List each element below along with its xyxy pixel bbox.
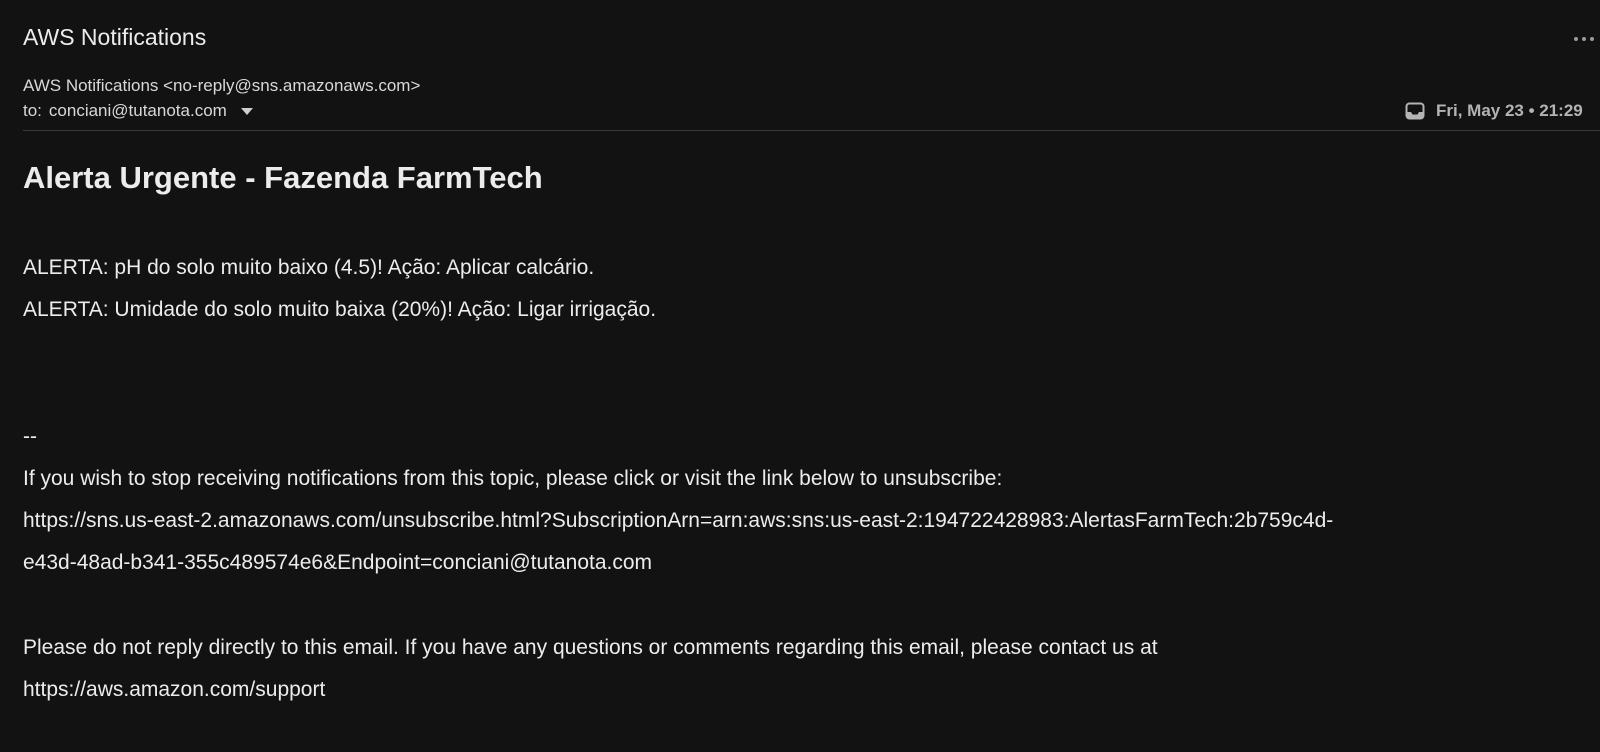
- dot: [1582, 37, 1586, 41]
- email-view: AWS Notifications AWS Notifications <no-…: [0, 0, 1600, 752]
- footer-text: Please do not reply directly to this ema…: [23, 636, 1158, 659]
- recipient-address: conciani@tutanota.com: [48, 101, 227, 120]
- email-date: Fri, May 23 • 21:29: [1436, 101, 1583, 120]
- alert-line: ALERTA: Umidade do solo muito baixa (20%…: [23, 298, 657, 321]
- unsubscribe-link[interactable]: https://sns.us-east-2.amazonaws.com/unsu…: [23, 509, 1333, 533]
- date-row: Fri, May 23 • 21:29: [1405, 101, 1583, 121]
- dot: [1574, 37, 1578, 41]
- dot: [1590, 37, 1594, 41]
- unsubscribe-link-continued[interactable]: e43d-48ad-b341-355c489574e6&Endpoint=con…: [23, 551, 652, 575]
- email-subject: AWS Notifications: [23, 24, 207, 50]
- signature-separator: --: [23, 425, 37, 448]
- message-title: Alerta Urgente - Fazenda FarmTech: [23, 160, 543, 195]
- recipient-row: to: conciani@tutanota.com: [23, 101, 253, 121]
- sender-line: AWS Notifications <no-reply@sns.amazonaw…: [23, 76, 421, 95]
- to-label: to:: [23, 101, 42, 120]
- support-link[interactable]: https://aws.amazon.com/support: [23, 678, 325, 702]
- more-options-icon[interactable]: [1574, 34, 1600, 44]
- unsubscribe-text: If you wish to stop receiving notificati…: [23, 467, 1003, 490]
- inbox-icon: [1405, 102, 1425, 120]
- chevron-down-icon[interactable]: [240, 107, 253, 115]
- header-divider: [23, 130, 1600, 131]
- alert-line: ALERTA: pH do solo muito baixo (4.5)! Aç…: [23, 256, 595, 279]
